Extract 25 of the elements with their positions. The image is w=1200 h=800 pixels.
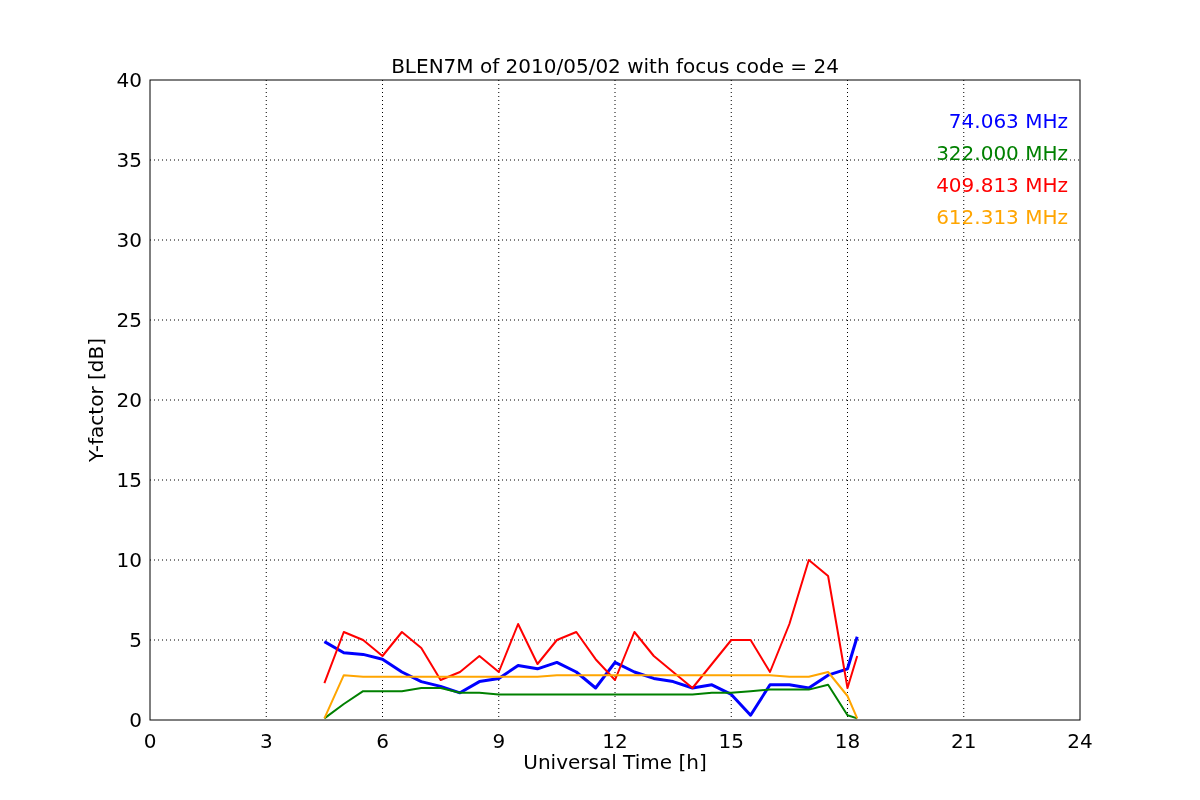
x-tick-label: 6 (376, 729, 389, 753)
y-tick-label: 20 (116, 388, 142, 412)
x-tick-label: 9 (492, 729, 506, 753)
x-tick-label: 21 (951, 729, 977, 753)
y-tick-label: 25 (116, 308, 142, 332)
x-tick-label: 12 (602, 729, 628, 753)
chart-title: BLEN7M of 2010/05/02 with focus code = 24 (391, 54, 839, 78)
x-tick-label: 24 (1067, 729, 1093, 753)
y-tick-label: 10 (116, 548, 142, 572)
x-axis-label: Universal Time [h] (523, 750, 707, 774)
y-tick-label: 15 (116, 468, 142, 492)
x-tick-label: 18 (834, 729, 861, 753)
legend-label: 74.063 MHz (948, 109, 1068, 133)
y-axis-label: Y-factor [dB] (84, 338, 108, 462)
y-tick-label: 5 (129, 628, 142, 652)
x-tick-label: 3 (259, 729, 273, 753)
x-tick-label: 15 (718, 729, 744, 753)
y-tick-label: 40 (116, 68, 142, 92)
y-tick-label: 35 (116, 148, 142, 172)
x-tick-label: 0 (143, 729, 157, 753)
legend-label: 612.313 MHz (936, 205, 1068, 229)
y-tick-label: 0 (129, 708, 142, 732)
legend-label: 409.813 MHz (936, 173, 1068, 197)
y-tick-label: 30 (116, 228, 142, 252)
legend-label: 322.000 MHz (936, 141, 1068, 165)
